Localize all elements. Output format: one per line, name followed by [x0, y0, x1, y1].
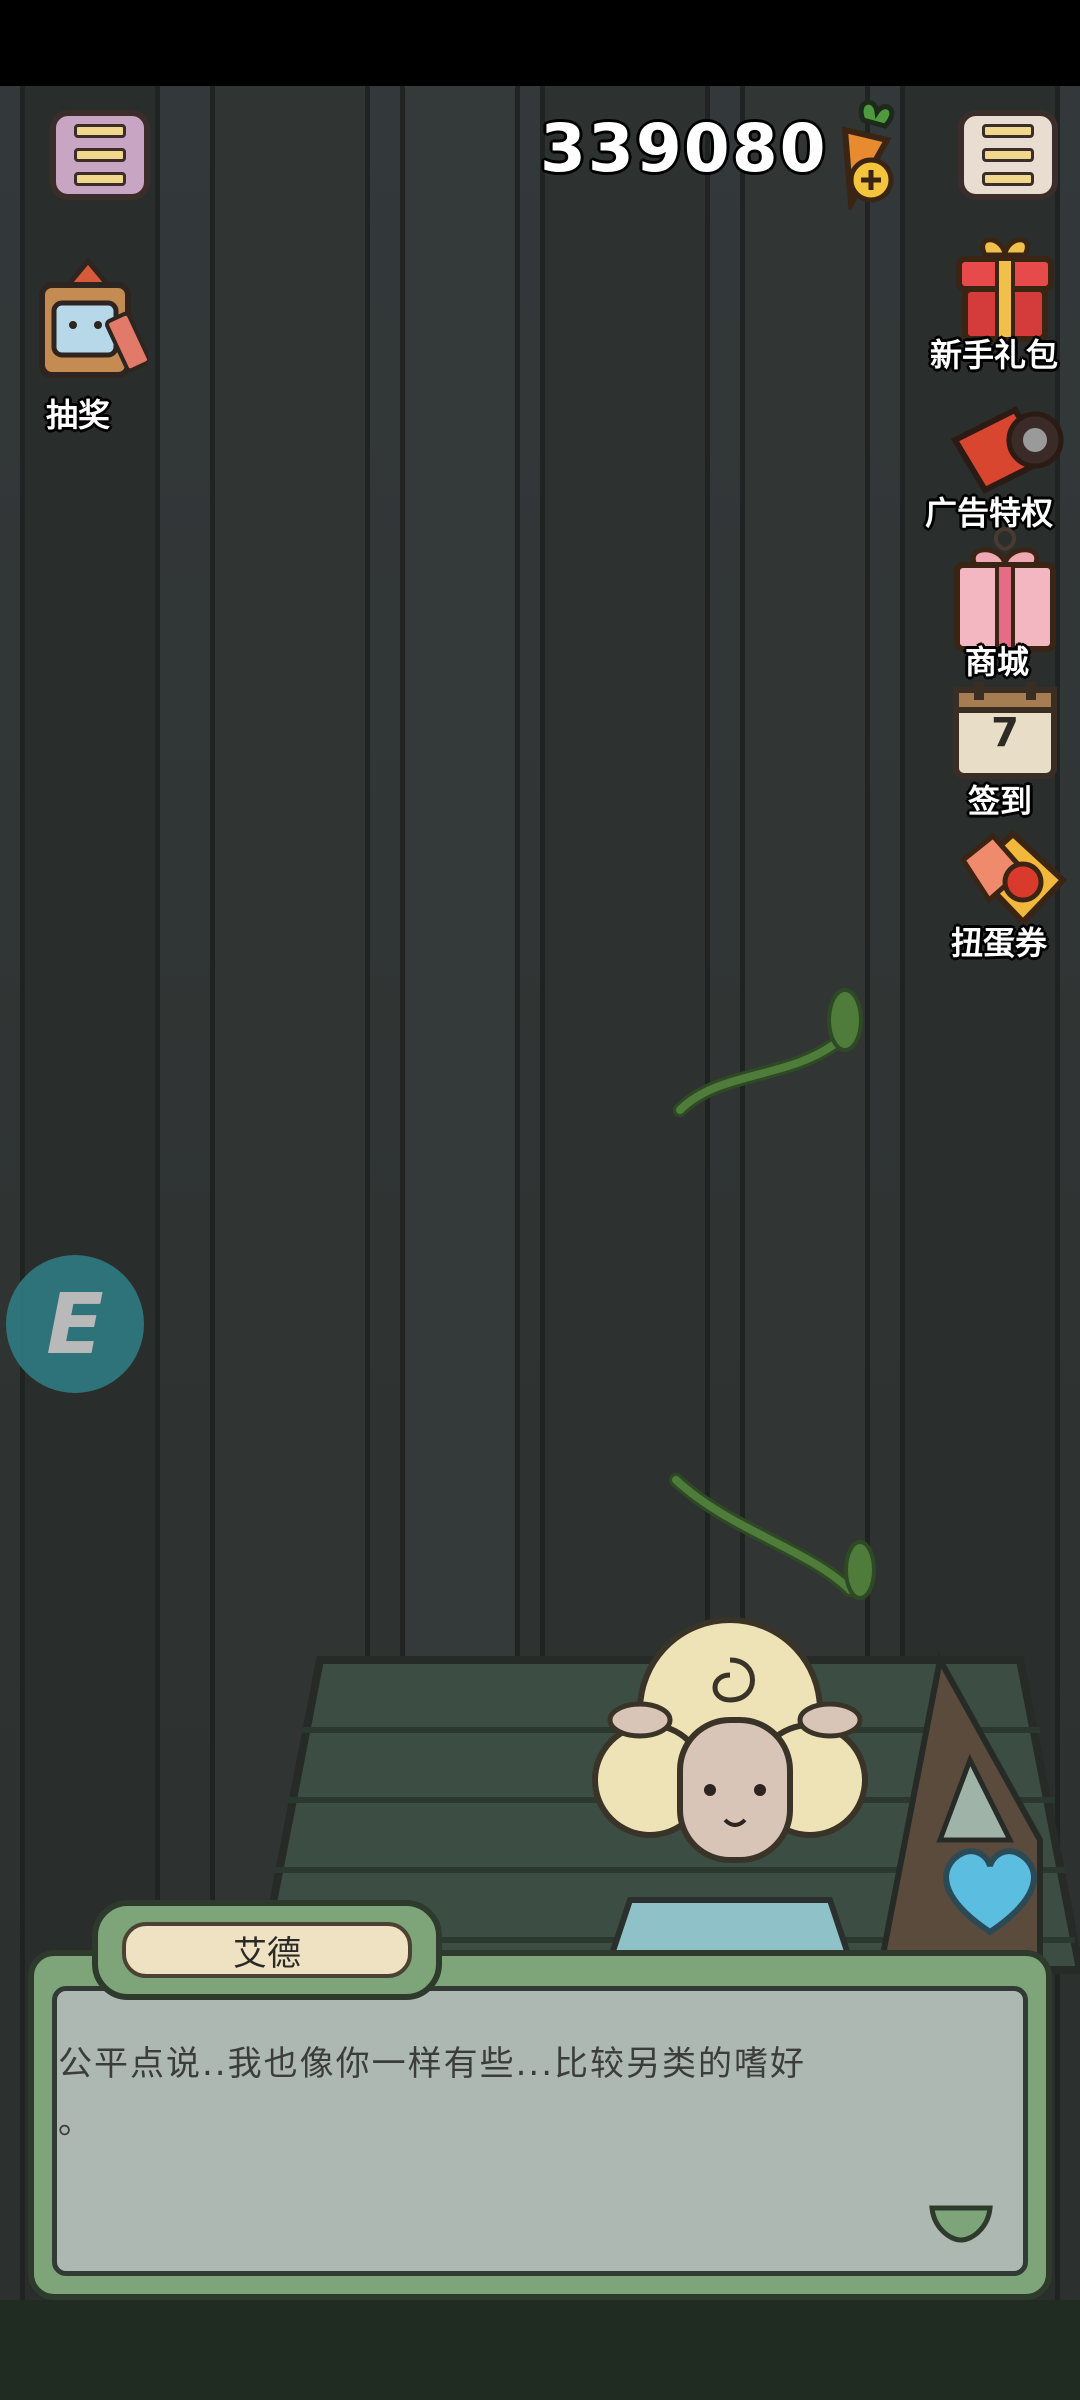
checkin-day: 7 [991, 710, 1019, 756]
checkin-label: 签到 [968, 782, 1033, 820]
dialog-line-1: 公平点说..我也像你一样有些...比较另类的嗜好 [58, 2044, 807, 2084]
menu-bar [982, 148, 1034, 162]
gacha-ticket-button[interactable]: 扭蛋券 [945, 830, 1080, 970]
lottery-machine-icon [39, 257, 148, 378]
gacha-ticket-label: 扭蛋券 [951, 924, 1048, 962]
heart-icon[interactable] [935, 1840, 1045, 1940]
lottery-label: 抽奖 [46, 396, 111, 434]
gift-box-icon [956, 237, 1054, 342]
speaker-name: 艾德 [122, 1922, 412, 1978]
dialog-continue-icon[interactable] [928, 2200, 994, 2244]
grass-strip [0, 2300, 1080, 2400]
menu-bar [74, 148, 126, 162]
e-button[interactable]: E [6, 1255, 144, 1393]
newbie-pack-button[interactable]: 新手礼包 [930, 235, 1080, 375]
game-scene: 339080 抽奖 新手礼包 广告特权 商城 7 签到 扭蛋券 E 艾德 公平点… [0, 0, 1080, 2400]
carrot-add-icon[interactable] [815, 100, 905, 210]
lottery-button[interactable]: 抽奖 [28, 255, 148, 435]
dialog-line-2: 。 [58, 2102, 94, 2142]
status-bar [0, 0, 1080, 86]
menu-bar [74, 124, 126, 138]
newbie-pack-label: 新手礼包 [930, 336, 1059, 374]
ad-privilege-icon [950, 406, 1064, 494]
checkin-button[interactable]: 7 签到 [950, 680, 1060, 820]
vine-decoration [669, 988, 876, 1600]
menu-bar [74, 172, 126, 186]
gacha-ticket-icon [959, 830, 1068, 927]
menu-bar [982, 172, 1034, 186]
left-menu-button[interactable] [50, 110, 150, 200]
ad-privilege-button[interactable]: 广告特权 [925, 400, 1080, 540]
right-menu-button[interactable] [958, 110, 1058, 200]
shop-label: 商城 [965, 643, 1030, 681]
sheep-character [592, 1617, 868, 1960]
e-letter: E [46, 1275, 104, 1373]
menu-bar [982, 124, 1034, 138]
shop-button[interactable]: 商城 [945, 525, 1065, 685]
carrot-count: 339080 [540, 110, 828, 187]
speaker-name-plate: 艾德 [92, 1900, 442, 2000]
dialog-text: 公平点说..我也像你一样有些...比较另类的嗜好 。 [58, 2035, 1018, 2151]
shop-gift-icon [954, 527, 1056, 652]
